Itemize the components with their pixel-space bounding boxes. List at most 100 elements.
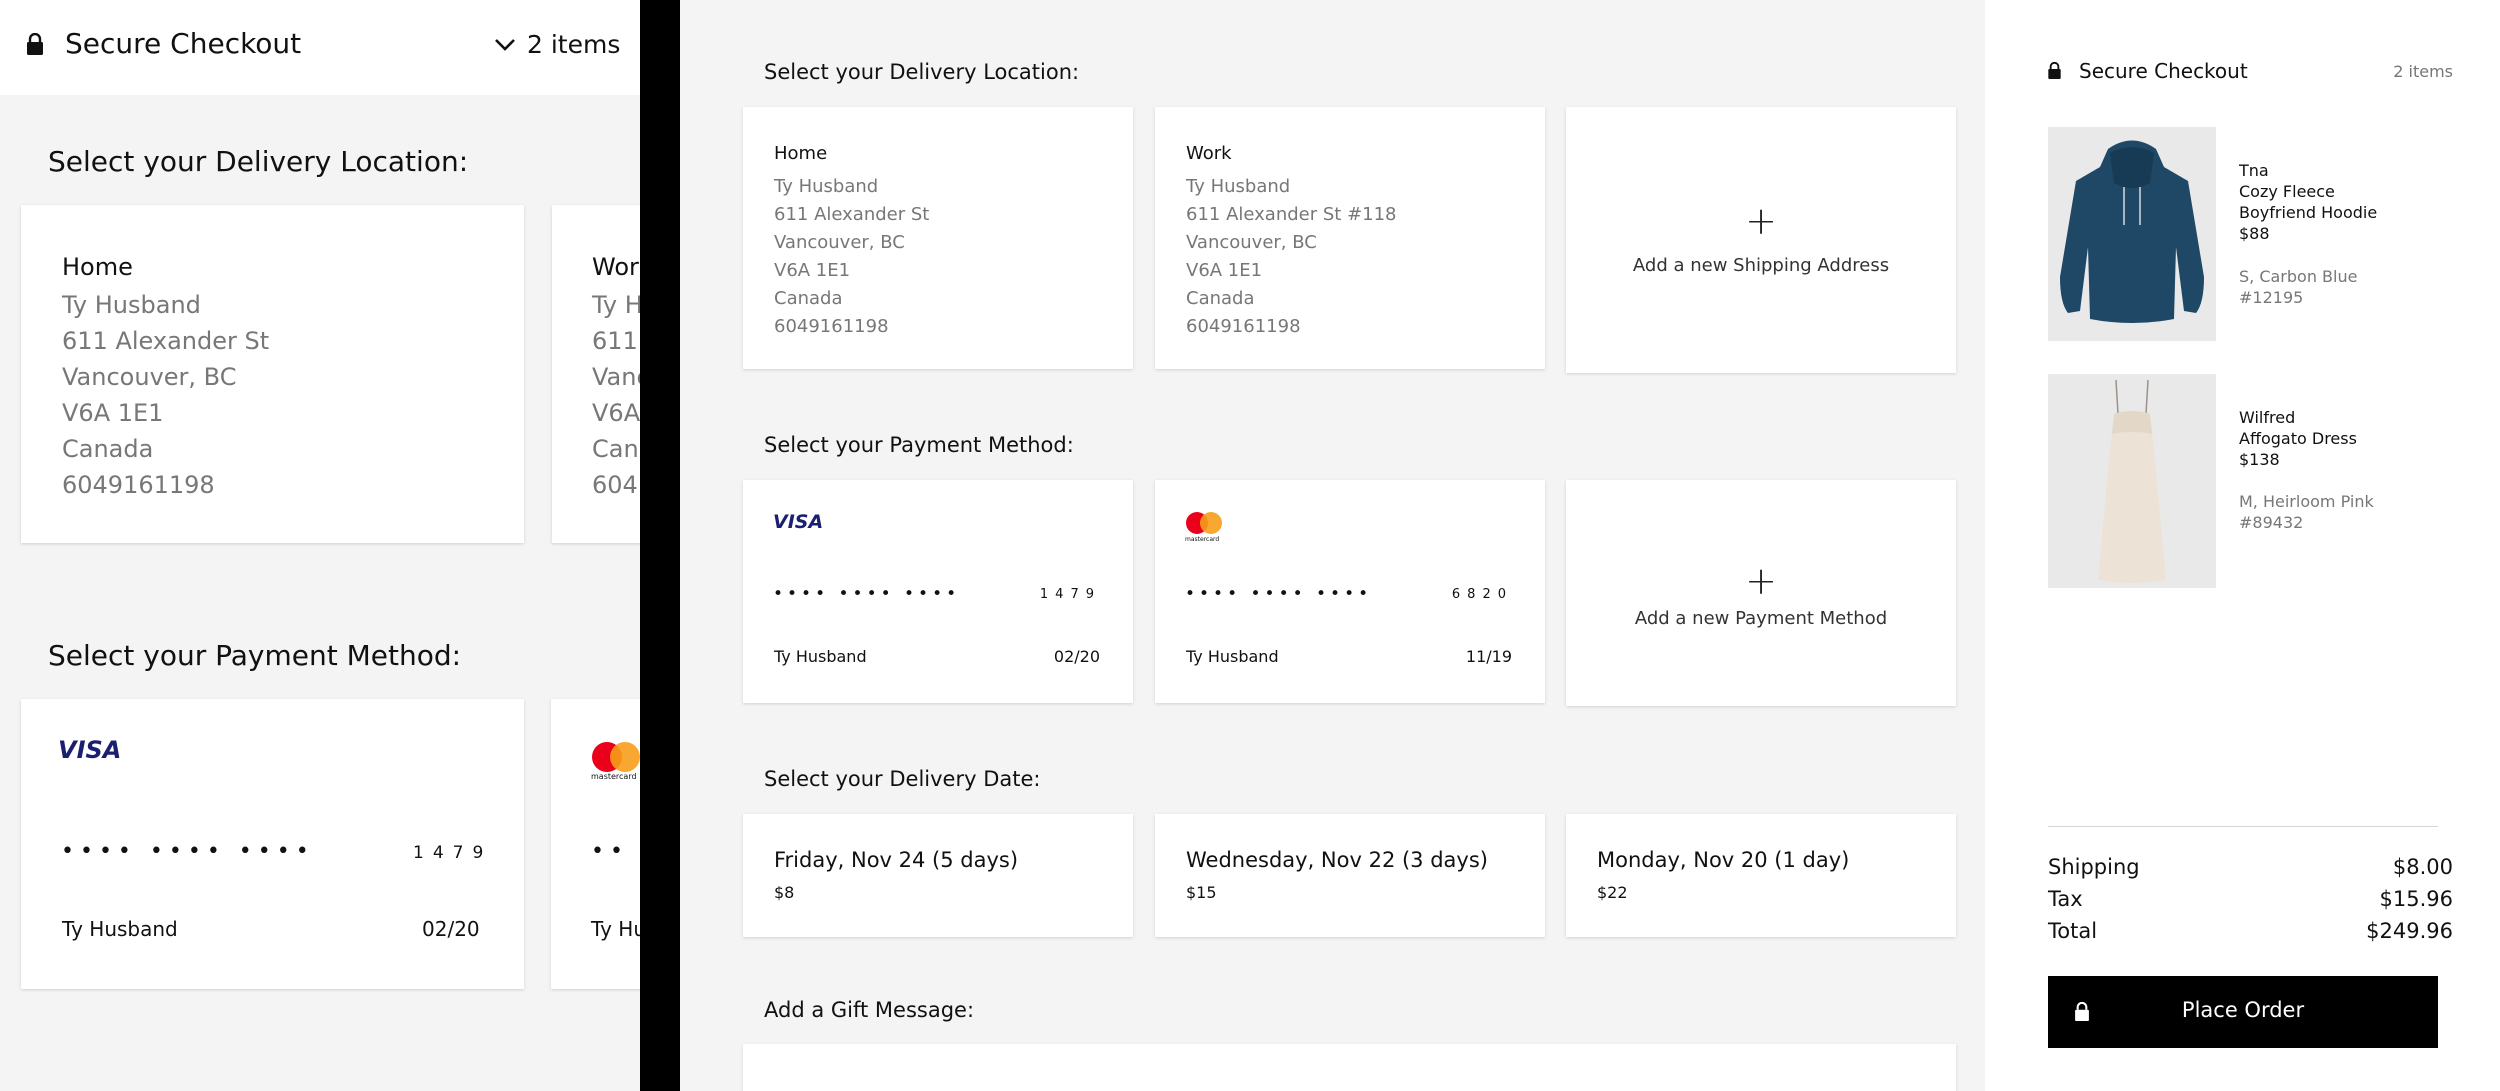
chevron-down-icon[interactable] [494, 38, 516, 52]
delivery-location-title: Select your Delivery Location: [764, 60, 1080, 84]
address-line: Ty H [592, 291, 640, 319]
mobile-payment-card-mastercard[interactable]: mastercard •• Ty Hu [551, 699, 640, 989]
lock-icon [2048, 62, 2061, 79]
address-line: Vancouver, BC [1186, 232, 1317, 253]
delivery-date-option[interactable]: Friday, Nov 24 (5 days) $8 [743, 814, 1133, 937]
address-line: V6A [592, 399, 640, 427]
product-price: $88 [2239, 224, 2270, 243]
visa-logo-icon: VISA [58, 737, 121, 763]
mobile-header: Secure Checkout 2 items [0, 0, 640, 95]
plus-icon: + [1745, 559, 1777, 603]
total-label: Total [2048, 919, 2098, 943]
product-image-dress[interactable] [2048, 374, 2216, 588]
address-name: Work [1186, 143, 1232, 164]
plus-icon: + [1745, 199, 1777, 243]
product-name: Affogato Dress [2239, 429, 2357, 448]
address-line: Vanc [592, 363, 640, 391]
svg-text:mastercard: mastercard [591, 772, 637, 781]
product-price: $138 [2239, 450, 2280, 469]
address-name: Wor [592, 253, 639, 281]
mastercard-logo-icon: mastercard [1185, 512, 1222, 543]
place-order-button[interactable]: Place Order [2048, 976, 2438, 1048]
address-line: 611 Alexander St #118 [1186, 204, 1397, 225]
summary-divider [2048, 826, 2438, 827]
address-line: 604 [592, 471, 638, 499]
address-line: 611 Alexander St [774, 204, 930, 225]
address-line: Vancouver, BC [774, 232, 905, 253]
add-payment-method-label: Add a new Payment Method [1634, 608, 1888, 629]
order-summary: Secure Checkout 2 items Tna Cozy Fleece … [1985, 0, 2500, 1091]
mobile-address-card-home[interactable]: Home Ty Husband 611 Alexander St Vancouv… [21, 205, 524, 543]
address-name: Home [62, 253, 133, 281]
payment-card-mastercard[interactable]: mastercard •••• •••• •••• 6820 Ty Husban… [1155, 480, 1545, 703]
address-line: 611 A [592, 327, 640, 355]
mobile-delivery-section-title: Select your Delivery Location: [48, 145, 469, 178]
add-shipping-address-label: Add a new Shipping Address [1632, 255, 1890, 276]
card-holder: Ty Husband [774, 647, 867, 666]
place-order-label: Place Order [2181, 998, 2305, 1022]
summary-title: Secure Checkout [2079, 59, 2248, 83]
mastercard-logo-icon: mastercard [591, 742, 640, 781]
add-payment-method-card[interactable]: + Add a new Payment Method [1566, 480, 1956, 706]
card-holder: Ty Hu [591, 917, 640, 941]
svg-text:VISA: VISA [773, 511, 823, 533]
address-line: V6A 1E1 [774, 260, 851, 281]
delivery-date-label: Monday, Nov 20 (1 day) [1597, 848, 1850, 872]
address-line: 611 Alexander St [62, 327, 270, 355]
mobile-address-card-work[interactable]: Wor Ty H 611 A Vanc V6A Can 604 [552, 205, 640, 543]
payment-method-title: Select your Payment Method: [764, 433, 1074, 457]
summary-items-count: 2 items [2393, 62, 2453, 81]
address-name: Home [774, 143, 828, 164]
address-line: Can [592, 435, 639, 463]
address-line: Vancouver, BC [62, 363, 237, 391]
lock-icon [27, 33, 43, 55]
shipping-label: Shipping [2048, 855, 2140, 879]
mobile-payment-section-title: Select your Payment Method: [48, 639, 462, 672]
card-holder: Ty Husband [1186, 647, 1279, 666]
mobile-items-count[interactable]: 2 items [527, 30, 620, 59]
address-line: Canada [774, 288, 843, 309]
delivery-date-price: $8 [774, 883, 795, 902]
product-brand: Wilfred [2239, 408, 2296, 427]
address-line: Canada [1186, 288, 1255, 309]
address-line: V6A 1E1 [1186, 260, 1263, 281]
checkout-main: Select your Delivery Location: Home Ty H… [680, 0, 1985, 1091]
card-holder: Ty Husband [62, 917, 178, 941]
address-line: Canada [62, 435, 154, 463]
address-line: Ty Husband [62, 291, 201, 319]
card-expiry: 02/20 [422, 917, 480, 941]
delivery-date-title: Select your Delivery Date: [764, 767, 1041, 791]
delivery-date-option[interactable]: Wednesday, Nov 22 (3 days) $15 [1155, 814, 1545, 937]
payment-card-visa[interactable]: VISA •••• •••• •••• 1479 Ty Husband 02/2… [743, 480, 1133, 703]
address-line: V6A 1E1 [62, 399, 164, 427]
svg-text:mastercard: mastercard [1185, 536, 1219, 543]
visa-logo-icon: VISA [773, 511, 823, 533]
delivery-date-label: Wednesday, Nov 22 (3 days) [1186, 848, 1488, 872]
product-image-hoodie[interactable] [2048, 127, 2216, 341]
mobile-header-title: Secure Checkout [65, 27, 302, 60]
address-card-work[interactable]: Work Ty Husband 611 Alexander St #118 Va… [1155, 107, 1545, 369]
gift-message-title: Add a Gift Message: [764, 998, 975, 1022]
address-line: Ty Husband [774, 176, 879, 197]
product-brand: Tna [2239, 161, 2269, 180]
hoodie-image [2048, 127, 2216, 341]
card-number-mask: •••• •••• •••• [773, 584, 961, 604]
delivery-date-price: $15 [1186, 883, 1217, 902]
delivery-date-option[interactable]: Monday, Nov 20 (1 day) $22 [1566, 814, 1956, 937]
product-name: Cozy Fleece [2239, 182, 2335, 201]
panel-divider [640, 0, 680, 1091]
card-number-mask: •• [591, 839, 629, 864]
gift-message-input[interactable] [743, 1044, 1956, 1091]
product-variant: S, Carbon Blue [2239, 267, 2358, 286]
mobile-payment-card-visa[interactable]: VISA •••• •••• •••• 1479 Ty Husband 02/2… [21, 699, 524, 989]
card-number-mask: •••• •••• •••• [61, 839, 315, 864]
address-line: 6049161198 [774, 316, 889, 337]
add-shipping-address-card[interactable]: + Add a new Shipping Address [1566, 107, 1956, 373]
card-number-mask: •••• •••• •••• [1185, 584, 1373, 604]
mobile-checkout-preview: Secure Checkout 2 items Select your Deli… [0, 0, 640, 1091]
product-variant: M, Heirloom Pink [2239, 492, 2374, 511]
dress-image [2048, 374, 2216, 588]
tax-label: Tax [2048, 887, 2083, 911]
address-card-home[interactable]: Home Ty Husband 611 Alexander St Vancouv… [743, 107, 1133, 369]
product-sku: #89432 [2239, 513, 2304, 532]
